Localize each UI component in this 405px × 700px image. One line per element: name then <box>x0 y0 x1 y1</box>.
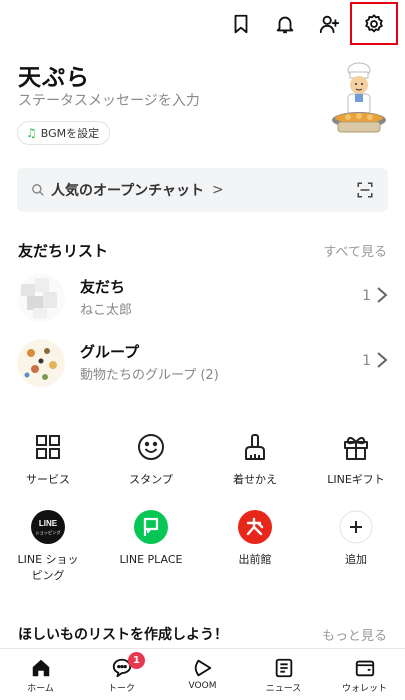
bgm-button[interactable]: ♫ BGMを設定 <box>17 121 111 145</box>
service-label: サービス <box>26 473 70 486</box>
bgm-label: BGMを設定 <box>40 127 100 140</box>
wishlist-title: ほしいものリストを作成しよう！ <box>18 627 228 643</box>
friends-thumbnail <box>17 274 65 322</box>
tab-talk[interactable]: 1 トーク <box>81 649 162 700</box>
search-label: 人気のオープンチャット <box>51 183 205 199</box>
service-line-place[interactable]: LINE PLACE <box>106 510 196 568</box>
tab-wallet[interactable]: ウォレット <box>324 649 405 700</box>
bottom-tab-bar: ホーム 1 トーク VOOM ニュース ウォレット <box>0 648 405 700</box>
bookmark-icon[interactable] <box>226 9 256 39</box>
service-label: 追加 <box>345 553 367 566</box>
tab-label: ウォレット <box>341 684 387 694</box>
service-demaecan[interactable]: 出前館 <box>210 510 300 568</box>
avatar[interactable] <box>326 62 392 136</box>
plus-icon <box>339 510 373 544</box>
row-title: 友だち <box>80 278 126 296</box>
news-icon <box>275 658 292 678</box>
see-all-link[interactable]: すべて見る <box>323 241 387 260</box>
qr-scan-icon[interactable] <box>356 181 374 199</box>
tab-home[interactable]: ホーム <box>0 649 81 700</box>
tab-label: ホーム <box>27 684 54 694</box>
wallet-icon <box>355 660 374 677</box>
group-thumbnail <box>17 339 65 387</box>
line-shopping-logo-text: LINE <box>39 519 58 528</box>
row-subtitle: 動物たちのグループ (2) <box>80 368 219 383</box>
service-line-gift[interactable]: LINEギフト <box>311 430 401 488</box>
tab-label: VOOM <box>188 681 217 691</box>
line-place-icon <box>134 510 168 544</box>
tab-news[interactable]: ニュース <box>243 649 324 700</box>
service-services[interactable]: サービス <box>3 430 93 488</box>
service-label: 出前館 <box>238 553 272 566</box>
demaecan-icon <box>238 510 272 544</box>
search-icon <box>32 184 44 196</box>
see-more-link[interactable]: もっと見る <box>322 625 387 644</box>
row-count: 1 <box>362 288 371 304</box>
gift-icon <box>339 430 373 464</box>
service-label: スタンプ <box>129 473 173 486</box>
service-label: LINE PLACE <box>119 553 183 566</box>
friends-row[interactable]: 友だち ねこ太郎 1 <box>0 268 405 324</box>
smiley-icon <box>134 430 168 464</box>
chevron-right-icon: > <box>212 182 224 198</box>
service-stamps[interactable]: スタンプ <box>106 430 196 488</box>
service-themes[interactable]: 着せかえ <box>210 430 300 488</box>
line-shopping-icon: LINE ショッピング <box>31 510 65 544</box>
home-icon <box>32 659 49 677</box>
music-note-icon: ♫ <box>26 126 37 140</box>
open-chat-search[interactable]: 人気のオープンチャット > <box>17 168 388 212</box>
row-count: 1 <box>362 353 371 369</box>
tab-label: トーク <box>107 684 135 694</box>
unread-badge: 1 <box>128 652 145 669</box>
chevron-right-icon <box>377 352 388 368</box>
chevron-right-icon <box>377 287 388 303</box>
grid-icon <box>31 430 65 464</box>
row-subtitle: ねこ太郎 <box>80 303 133 318</box>
groups-row[interactable]: グループ 動物たちのグループ (2) 1 <box>0 333 405 389</box>
service-line-shopping[interactable]: LINE ショッピング LINE ショッ ピング <box>3 510 93 584</box>
status-message-input[interactable]: ステータスメッセージを入力 <box>18 90 200 110</box>
voom-icon <box>194 659 211 677</box>
tab-label: ニュース <box>265 684 302 694</box>
service-label: LINEギフト <box>327 473 385 486</box>
add-friend-icon[interactable] <box>314 9 344 39</box>
service-label: LINE ショッ ピング <box>17 553 79 582</box>
service-add[interactable]: 追加 <box>311 510 401 568</box>
tab-voom[interactable]: VOOM <box>162 649 243 700</box>
friends-list-title: 友だちリスト <box>18 242 109 260</box>
settings-highlight <box>350 2 398 45</box>
bell-icon[interactable] <box>270 9 300 39</box>
line-shopping-logo-sub: ショッピング <box>35 529 60 536</box>
service-label: 着せかえ <box>233 473 277 486</box>
row-title: グループ <box>80 343 140 361</box>
brush-icon <box>238 430 272 464</box>
top-bar <box>0 0 405 50</box>
profile-name[interactable]: 天ぷら <box>18 58 90 92</box>
